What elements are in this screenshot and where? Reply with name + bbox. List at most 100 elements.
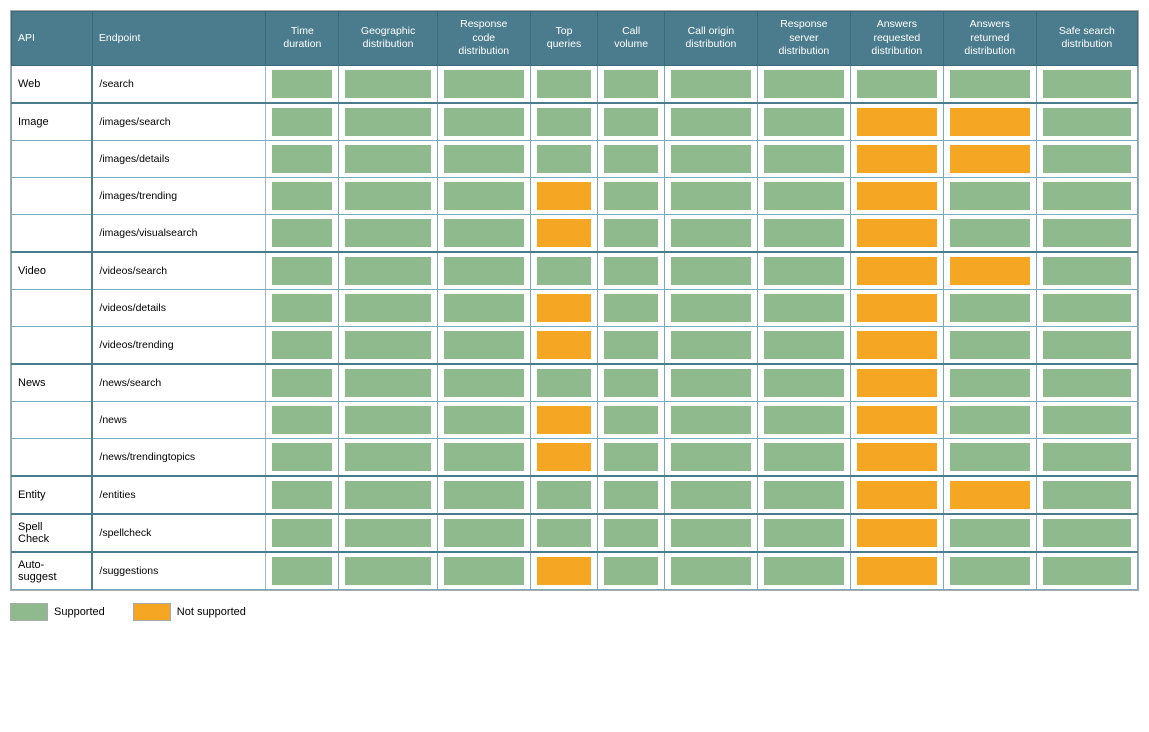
data-cell bbox=[598, 214, 665, 252]
endpoint-cell: /videos/search bbox=[92, 252, 265, 290]
data-cell bbox=[757, 103, 850, 141]
data-cell bbox=[266, 289, 339, 326]
col-safe-search: Safe searchdistribution bbox=[1036, 12, 1137, 66]
data-cell bbox=[530, 177, 598, 214]
col-endpoint: Endpoint bbox=[92, 12, 265, 66]
data-cell bbox=[598, 289, 665, 326]
data-cell bbox=[530, 140, 598, 177]
data-cell bbox=[339, 401, 437, 438]
data-cell bbox=[266, 65, 339, 103]
data-cell bbox=[664, 364, 757, 402]
data-cell bbox=[598, 476, 665, 514]
data-cell bbox=[757, 364, 850, 402]
data-cell bbox=[598, 552, 665, 590]
endpoint-cell: /images/visualsearch bbox=[92, 214, 265, 252]
data-cell bbox=[437, 214, 530, 252]
endpoint-cell: /videos/details bbox=[92, 289, 265, 326]
table-row: Web/search bbox=[12, 65, 1138, 103]
data-cell bbox=[339, 514, 437, 552]
api-cell bbox=[12, 401, 93, 438]
data-cell bbox=[1036, 214, 1137, 252]
api-cell: Web bbox=[12, 65, 93, 103]
col-api: API bbox=[12, 12, 93, 66]
table-row: /images/visualsearch bbox=[12, 214, 1138, 252]
data-cell bbox=[757, 552, 850, 590]
col-geographic-distribution: Geographicdistribution bbox=[339, 12, 437, 66]
data-cell bbox=[757, 326, 850, 364]
data-cell bbox=[757, 214, 850, 252]
table-row: /videos/details bbox=[12, 289, 1138, 326]
data-cell bbox=[1036, 177, 1137, 214]
data-cell bbox=[1036, 252, 1137, 290]
data-cell bbox=[664, 177, 757, 214]
data-cell bbox=[437, 514, 530, 552]
data-cell bbox=[437, 252, 530, 290]
data-cell bbox=[437, 177, 530, 214]
data-cell bbox=[850, 514, 943, 552]
data-cell bbox=[943, 514, 1036, 552]
main-table-container: API Endpoint Timeduration Geographicdist… bbox=[10, 10, 1139, 591]
endpoint-cell: /images/details bbox=[92, 140, 265, 177]
data-cell bbox=[339, 65, 437, 103]
api-cell bbox=[12, 326, 93, 364]
data-cell bbox=[339, 177, 437, 214]
data-cell bbox=[664, 103, 757, 141]
data-cell bbox=[437, 476, 530, 514]
endpoint-cell: /news/search bbox=[92, 364, 265, 402]
api-cell: News bbox=[12, 364, 93, 402]
api-cell bbox=[12, 177, 93, 214]
data-cell bbox=[266, 401, 339, 438]
data-cell bbox=[850, 252, 943, 290]
data-cell bbox=[598, 103, 665, 141]
api-cell: Image bbox=[12, 103, 93, 141]
data-cell bbox=[943, 364, 1036, 402]
data-cell bbox=[757, 401, 850, 438]
endpoint-cell: /suggestions bbox=[92, 552, 265, 590]
endpoint-cell: /videos/trending bbox=[92, 326, 265, 364]
data-cell bbox=[1036, 552, 1137, 590]
data-cell bbox=[266, 552, 339, 590]
data-cell bbox=[266, 438, 339, 476]
api-cell: Auto-suggest bbox=[12, 552, 93, 590]
data-cell bbox=[530, 438, 598, 476]
data-cell bbox=[943, 401, 1036, 438]
endpoint-cell: /images/trending bbox=[92, 177, 265, 214]
data-cell bbox=[1036, 65, 1137, 103]
api-cell bbox=[12, 140, 93, 177]
data-cell bbox=[437, 326, 530, 364]
data-cell bbox=[943, 438, 1036, 476]
data-cell bbox=[850, 438, 943, 476]
data-cell bbox=[943, 140, 1036, 177]
data-cell bbox=[266, 252, 339, 290]
data-cell bbox=[850, 401, 943, 438]
data-cell bbox=[339, 438, 437, 476]
col-top-queries: Topqueries bbox=[530, 12, 598, 66]
data-cell bbox=[943, 214, 1036, 252]
data-cell bbox=[1036, 326, 1137, 364]
data-cell bbox=[339, 252, 437, 290]
data-cell bbox=[1036, 140, 1137, 177]
data-cell bbox=[1036, 289, 1137, 326]
data-cell bbox=[339, 326, 437, 364]
data-cell bbox=[664, 289, 757, 326]
data-cell bbox=[530, 289, 598, 326]
data-cell bbox=[530, 326, 598, 364]
endpoint-cell: /search bbox=[92, 65, 265, 103]
data-cell bbox=[598, 140, 665, 177]
data-cell bbox=[850, 552, 943, 590]
data-cell bbox=[266, 177, 339, 214]
data-cell bbox=[850, 103, 943, 141]
data-cell bbox=[266, 476, 339, 514]
data-cell bbox=[664, 65, 757, 103]
data-cell bbox=[850, 214, 943, 252]
data-cell bbox=[437, 289, 530, 326]
legend: Supported Not supported bbox=[10, 603, 1139, 621]
data-cell bbox=[850, 326, 943, 364]
data-cell bbox=[664, 438, 757, 476]
data-cell bbox=[664, 552, 757, 590]
legend-supported-label: Supported bbox=[54, 606, 105, 618]
data-cell bbox=[850, 289, 943, 326]
legend-yellow-box bbox=[133, 603, 171, 621]
data-cell bbox=[437, 401, 530, 438]
data-cell bbox=[598, 438, 665, 476]
